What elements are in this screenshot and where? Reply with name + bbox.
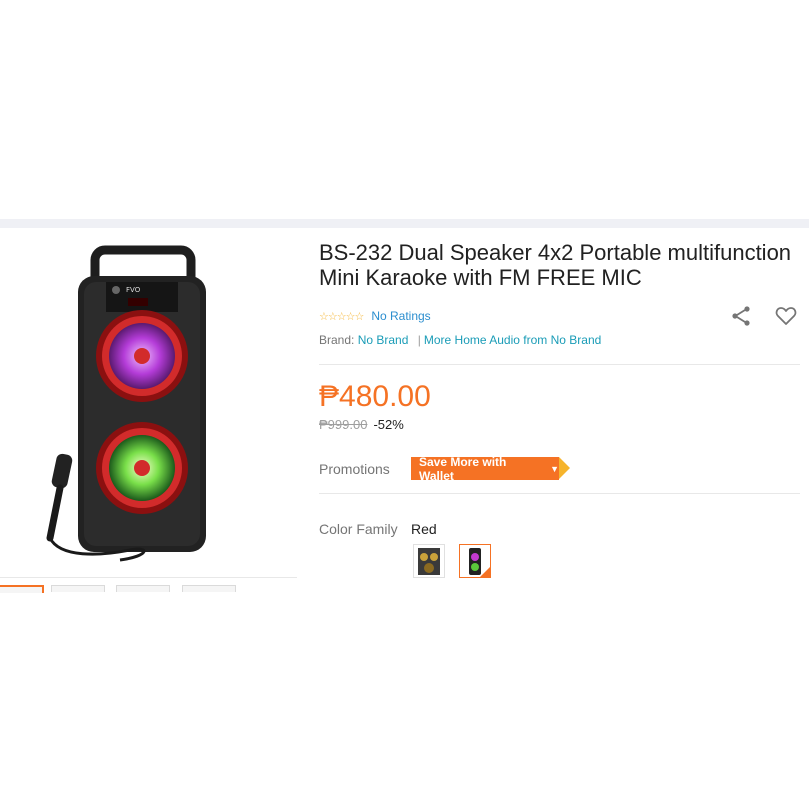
- share-icon[interactable]: [729, 304, 753, 328]
- more-from-brand-link[interactable]: More Home Audio from No Brand: [424, 333, 601, 347]
- discount-percent: -52%: [373, 417, 404, 432]
- original-price-row: ₱999.00 -52%: [319, 417, 404, 432]
- color-family-value: Red: [411, 521, 437, 537]
- product-title: BS-232 Dual Speaker 4x2 Portable multifu…: [319, 240, 792, 290]
- brand-row: Brand: No Brand | More Home Audio from No…: [319, 333, 601, 347]
- current-price: ₱480.00: [319, 380, 431, 413]
- promotion-badge-tail: [559, 457, 570, 479]
- promotion-badge-text: Save More with Wallet: [419, 454, 507, 483]
- gallery-thumbnail[interactable]: [116, 585, 170, 592]
- original-price: ₱999.00: [319, 417, 368, 432]
- gallery-thumbnail[interactable]: [51, 585, 105, 592]
- color-swatch-selected[interactable]: [459, 544, 491, 578]
- color-family-label: Color Family: [319, 521, 398, 537]
- svg-text:FVO: FVO: [126, 286, 141, 294]
- selected-check-icon: [480, 567, 490, 577]
- color-swatch[interactable]: [413, 544, 445, 578]
- section-separator-band: [0, 219, 809, 228]
- caret-down-icon: ▼: [550, 463, 559, 474]
- speaker-image: FVO: [40, 238, 250, 568]
- product-details: BS-232 Dual Speaker 4x2 Portable multifu…: [319, 228, 809, 608]
- brand-link[interactable]: No Brand: [358, 333, 409, 347]
- heart-icon[interactable]: [774, 304, 800, 328]
- gallery-divider: [0, 577, 297, 578]
- divider: [319, 493, 800, 494]
- product-gallery: FVO: [0, 228, 300, 593]
- promotion-badge[interactable]: Save More with Wallet ▼: [411, 454, 559, 483]
- brand-separator: |: [417, 333, 421, 347]
- promotions-label: Promotions: [319, 461, 390, 477]
- divider: [319, 364, 800, 365]
- product-main-image[interactable]: FVO: [40, 238, 250, 568]
- star-rating-icon: ☆☆☆☆☆: [319, 310, 364, 323]
- rating-row: ☆☆☆☆☆ No Ratings: [319, 308, 431, 324]
- gallery-thumbnail[interactable]: [182, 585, 236, 592]
- gallery-thumbnail[interactable]: [0, 585, 44, 593]
- brand-label: Brand:: [319, 333, 355, 347]
- ratings-link[interactable]: No Ratings: [371, 309, 430, 323]
